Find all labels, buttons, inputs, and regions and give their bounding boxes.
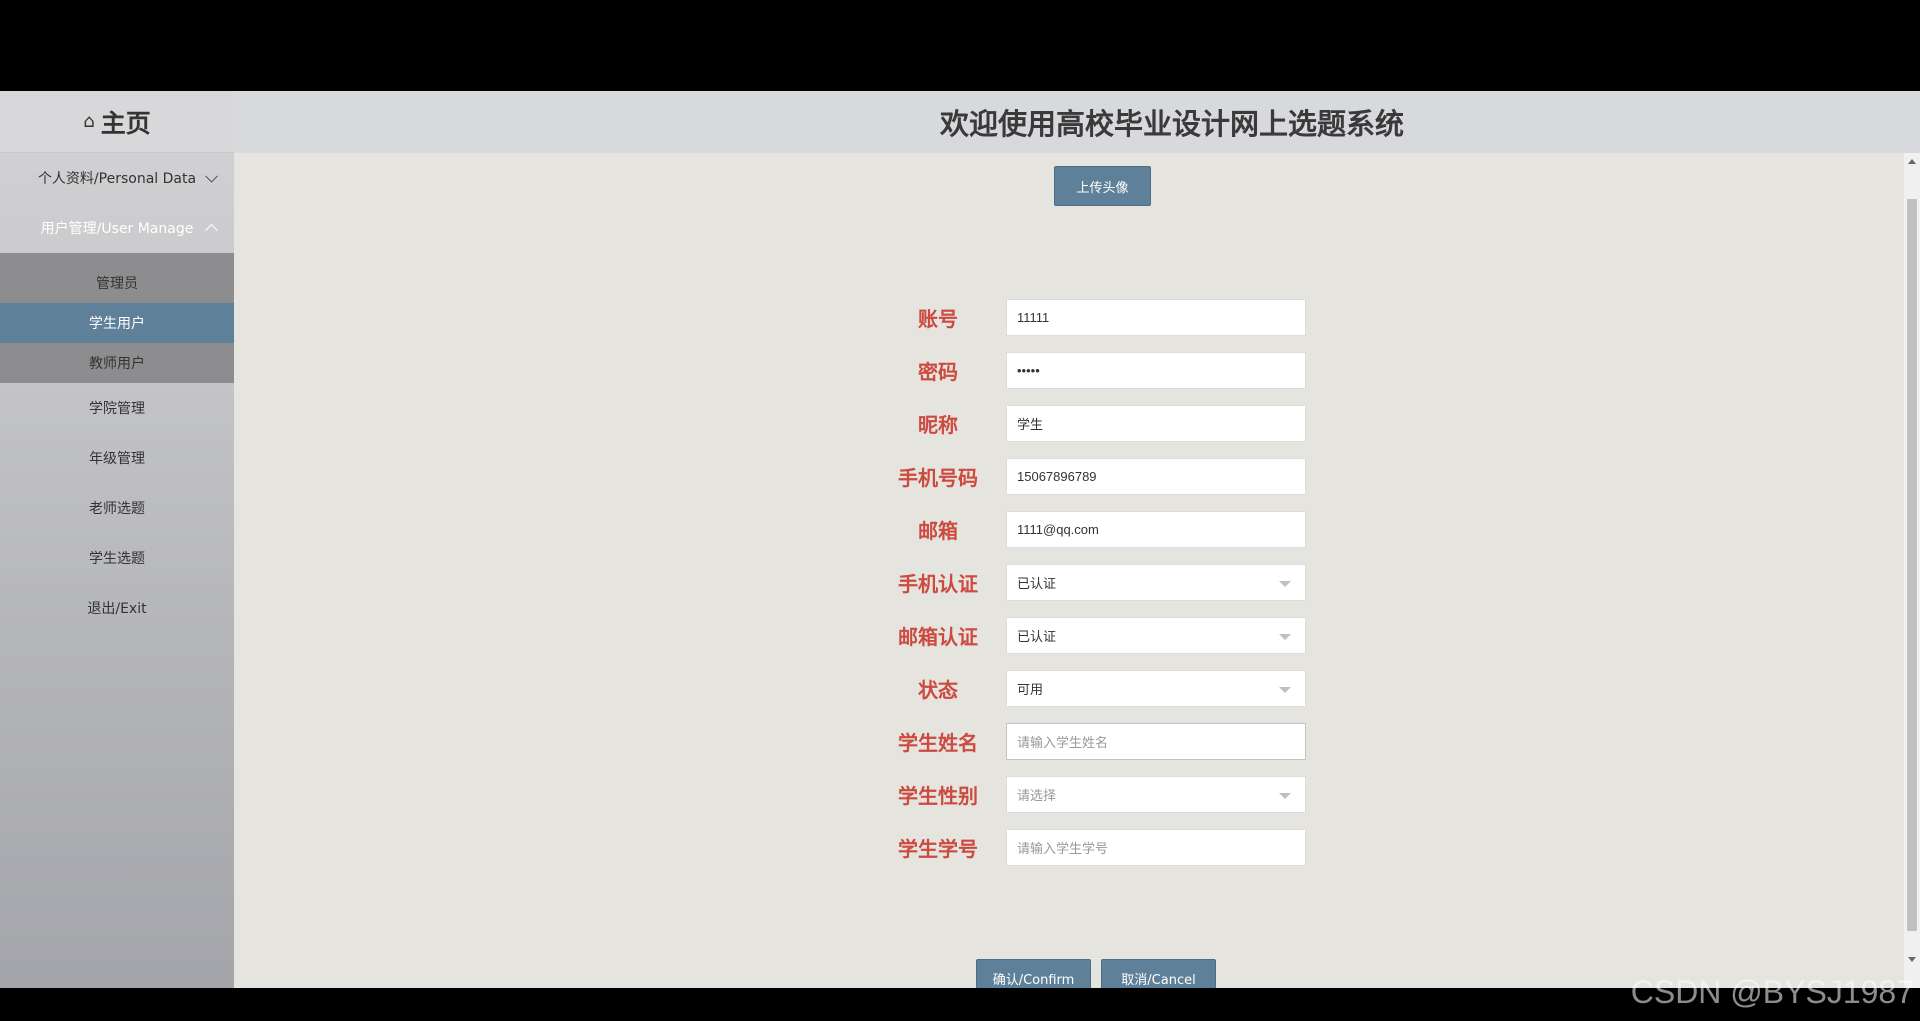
dropdown-arrow-icon [1279, 687, 1291, 693]
form-row-phone-verify: 手机认证 已认证 [824, 556, 1306, 609]
account-input[interactable]: 11111 [1006, 299, 1306, 336]
page-title: 欢迎使用高校毕业设计网上选题系统 [939, 107, 1404, 141]
student-gender-select[interactable]: 请选择 [1006, 776, 1306, 813]
dropdown-arrow-icon [1279, 634, 1291, 640]
nickname-input[interactable]: 学生 [1006, 405, 1306, 442]
vertical-scrollbar[interactable] [1904, 153, 1920, 988]
form-row-email: 邮箱 1111@qq.com [824, 503, 1306, 556]
home-link[interactable]: ⌂ 主页 [0, 91, 234, 153]
chevron-up-icon [205, 223, 218, 237]
password-input[interactable]: ••••• [1006, 352, 1306, 389]
form-row-email-verify: 邮箱认证 已认证 [824, 609, 1306, 662]
app-window: ⌂ 主页 个人资料/Personal Data 用户管理/User Manage… [0, 91, 1920, 988]
student-name-input[interactable]: 请输入学生姓名 [1006, 723, 1306, 760]
account-label: 账号 [918, 307, 958, 331]
phone-verify-value: 已认证 [1017, 576, 1057, 591]
dropdown-arrow-icon [1279, 581, 1291, 587]
menu-personal-data-label: 个人资料/Personal Data [37, 171, 197, 187]
confirm-button[interactable]: 确认/Confirm [976, 959, 1091, 988]
phone-label: 手机号码 [898, 466, 978, 490]
menu-college-manage[interactable]: 学院管理 [0, 383, 234, 433]
form-row-status: 状态 可用 [824, 662, 1306, 715]
upload-avatar-button[interactable]: 上传头像 [1054, 166, 1151, 206]
home-label: 主页 [100, 108, 151, 138]
chevron-down-icon [205, 169, 218, 183]
form-row-student-id: 学生学号 请输入学生学号 [824, 821, 1306, 874]
phone-verify-label: 手机认证 [898, 572, 978, 596]
status-select[interactable]: 可用 [1006, 670, 1306, 707]
form-row-student-gender: 学生性别 请选择 [824, 768, 1306, 821]
student-id-label: 学生学号 [898, 837, 978, 861]
main-content: 上传头像 账号 11111 密码 ••••• 昵称 学生 手机号码 150678… [234, 153, 1904, 988]
form-row-phone: 手机号码 15067896789 [824, 450, 1306, 503]
sidebar: ⌂ 主页 个人资料/Personal Data 用户管理/User Manage… [0, 91, 234, 988]
scroll-up-arrow-icon[interactable] [1908, 159, 1916, 164]
user-manage-submenu: 管理员 学生用户 教师用户 [0, 253, 234, 383]
student-gender-label: 学生性别 [898, 784, 978, 808]
phone-input[interactable]: 15067896789 [1006, 458, 1306, 495]
home-icon: ⌂ [83, 111, 95, 132]
menu-teacher-topics[interactable]: 老师选题 [0, 483, 234, 533]
status-value: 可用 [1017, 682, 1044, 697]
student-name-label: 学生姓名 [898, 731, 978, 755]
watermark: CSDN @BYSJ1987 [1630, 974, 1914, 1010]
scrollbar-thumb[interactable] [1907, 199, 1917, 931]
cancel-button[interactable]: 取消/Cancel [1101, 959, 1216, 988]
submenu-item-admin[interactable]: 管理员 [0, 263, 234, 303]
email-label: 邮箱 [918, 519, 958, 543]
student-id-placeholder: 请输入学生学号 [1017, 841, 1109, 856]
menu-student-topics[interactable]: 学生选题 [0, 533, 234, 583]
scroll-down-arrow-icon[interactable] [1908, 957, 1916, 962]
phone-verify-select[interactable]: 已认证 [1006, 564, 1306, 601]
page-header: 欢迎使用高校毕业设计网上选题系统 [234, 91, 1920, 153]
form-row-nickname: 昵称 学生 [824, 397, 1306, 450]
email-verify-label: 邮箱认证 [898, 625, 978, 649]
submenu-item-students[interactable]: 学生用户 [0, 303, 234, 343]
email-verify-value: 已认证 [1017, 629, 1057, 644]
form-actions: 确认/Confirm 取消/Cancel [976, 959, 1216, 988]
nickname-label: 昵称 [918, 413, 958, 437]
email-verify-select[interactable]: 已认证 [1006, 617, 1306, 654]
menu-user-manage-label: 用户管理/User Manage [40, 221, 194, 237]
dropdown-arrow-icon [1279, 793, 1291, 799]
menu-exit[interactable]: 退出/Exit [0, 583, 234, 633]
student-id-input[interactable]: 请输入学生学号 [1006, 829, 1306, 866]
password-label: 密码 [918, 360, 958, 384]
user-form: 账号 11111 密码 ••••• 昵称 学生 手机号码 15067896789… [824, 291, 1306, 874]
form-row-student-name: 学生姓名 请输入学生姓名 [824, 715, 1306, 768]
submenu-item-teachers[interactable]: 教师用户 [0, 343, 234, 383]
menu-personal-data[interactable]: 个人资料/Personal Data [0, 153, 234, 203]
email-input[interactable]: 1111@qq.com [1006, 511, 1306, 548]
menu-grade-manage[interactable]: 年级管理 [0, 433, 234, 483]
status-label: 状态 [918, 678, 958, 702]
form-row-account: 账号 11111 [824, 291, 1306, 344]
menu-user-manage[interactable]: 用户管理/User Manage [0, 203, 234, 253]
student-gender-placeholder: 请选择 [1017, 788, 1057, 803]
student-name-placeholder: 请输入学生姓名 [1017, 735, 1109, 750]
form-row-password: 密码 ••••• [824, 344, 1306, 397]
